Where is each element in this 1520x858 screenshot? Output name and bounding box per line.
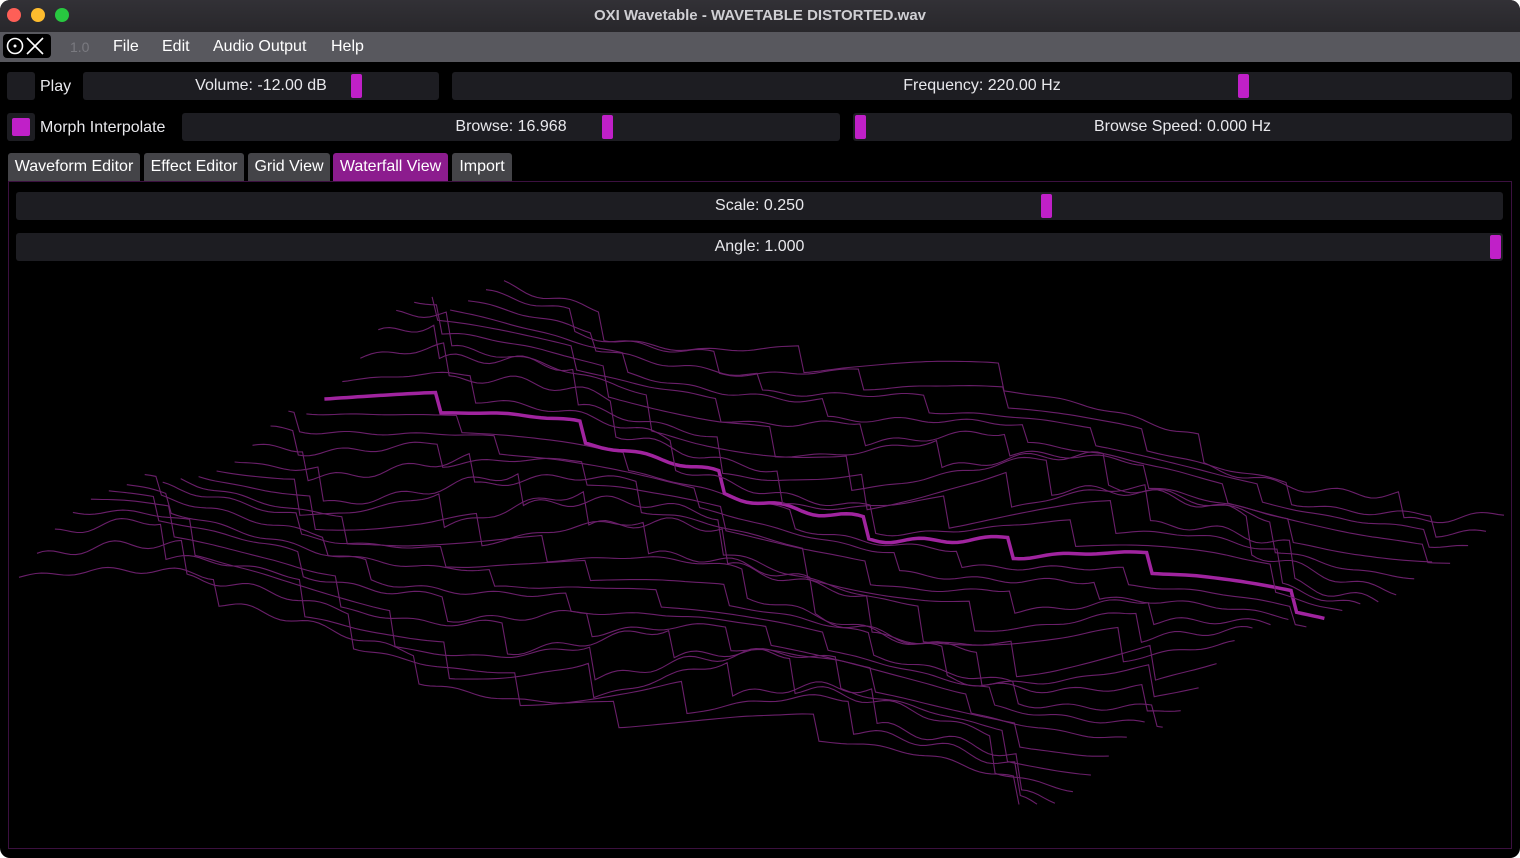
- angle-slider-handle[interactable]: [1490, 235, 1501, 259]
- waterfall-wave-line: [36, 539, 1038, 805]
- morph-interpolate-checkbox[interactable]: [7, 113, 35, 141]
- tab-effect-editor[interactable]: Effect Editor: [144, 153, 244, 181]
- angle-label: Angle: 1.000: [714, 238, 805, 255]
- volume-slider[interactable]: Volume: -12.00 dB: [83, 72, 439, 100]
- menu-bar: 1.0 File Edit Audio Output Help: [0, 32, 1520, 62]
- waterfall-wave-line: [468, 300, 1469, 548]
- waterfall-wave-line: [396, 309, 1397, 596]
- volume-slider-handle[interactable]: [351, 74, 362, 98]
- oxi-logo-icon: [3, 34, 51, 58]
- tab-waveform-editor[interactable]: Waveform Editor: [8, 153, 140, 181]
- browse-slider-handle[interactable]: [602, 115, 613, 139]
- menu-help[interactable]: Help: [331, 38, 364, 56]
- tab-waterfall-view[interactable]: Waterfall View: [333, 153, 448, 181]
- waterfall-wave-line: [234, 461, 1235, 663]
- browse-slider[interactable]: Browse: 16.968: [182, 113, 840, 141]
- waterfall-wave-line: [108, 490, 1109, 757]
- version-label: 1.0: [70, 39, 90, 55]
- waterfall-wave-line: [378, 324, 1379, 603]
- scale-label: Scale: 0.250: [715, 197, 804, 214]
- waterfall-wave-line: [72, 509, 1073, 793]
- browse-label: Browse: 16.968: [455, 118, 567, 135]
- play-label: Play: [40, 78, 72, 95]
- app-window: OXI Wavetable - WAVETABLE DISTORTED.wav …: [0, 0, 1520, 858]
- scale-slider-handle[interactable]: [1041, 194, 1052, 218]
- waterfall-wave-line: [306, 413, 1307, 628]
- waterfall-wave-line: [252, 443, 1253, 643]
- frequency-slider-handle[interactable]: [1238, 74, 1249, 98]
- waterfall-plot: [18, 280, 1505, 805]
- browse-speed-label: Browse Speed: 0.000 Hz: [1094, 118, 1271, 135]
- angle-slider[interactable]: Angle: 1.000: [16, 233, 1503, 261]
- morph-interpolate-label: Morph Interpolate: [40, 119, 166, 136]
- play-checkbox[interactable]: [7, 72, 35, 100]
- frequency-label: Frequency: 220.00 Hz: [903, 77, 1061, 94]
- frequency-slider[interactable]: Frequency: 220.00 Hz: [452, 72, 1512, 100]
- waterfall-panel: Scale: 0.250 Angle: 1.000: [8, 181, 1512, 849]
- menu-audio-output[interactable]: Audio Output: [213, 38, 306, 56]
- menu-edit[interactable]: Edit: [162, 38, 190, 56]
- waterfall-wave-line: [198, 476, 1199, 698]
- browse-speed-slider[interactable]: Browse Speed: 0.000 Hz: [853, 113, 1512, 141]
- title-bar: OXI Wavetable - WAVETABLE DISTORTED.wav: [0, 0, 1520, 32]
- volume-label: Volume: -12.00 dB: [195, 77, 327, 94]
- scale-slider[interactable]: Scale: 0.250: [16, 192, 1503, 220]
- waterfall-wave-line: [503, 280, 1505, 524]
- waterfall-wave-line: [216, 470, 1217, 681]
- tab-grid-view[interactable]: Grid View: [248, 153, 330, 181]
- waterfall-wave-line: [18, 566, 1020, 805]
- window-title: OXI Wavetable - WAVETABLE DISTORTED.wav: [594, 7, 926, 24]
- waterfall-wave-line: [485, 289, 1487, 538]
- tab-import[interactable]: Import: [452, 153, 512, 181]
- waterfall-wave-line: [449, 309, 1451, 564]
- menu-file[interactable]: File: [113, 38, 139, 56]
- browse-speed-slider-handle[interactable]: [855, 115, 866, 139]
